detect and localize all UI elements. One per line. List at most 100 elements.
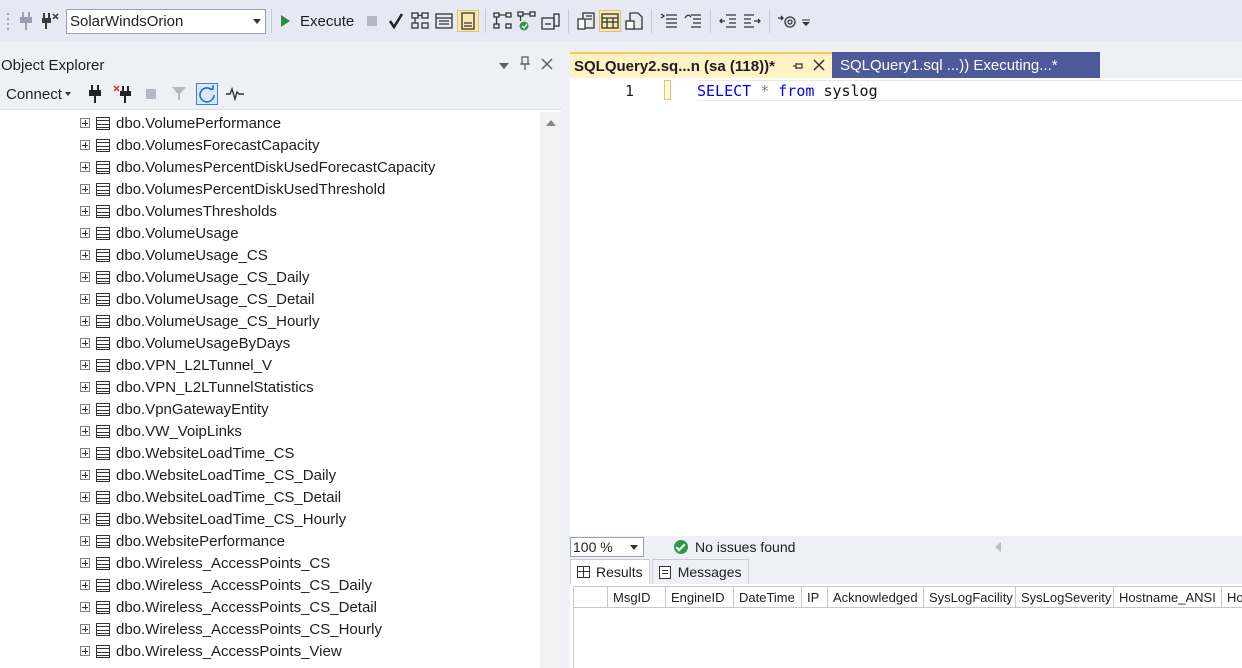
expand-plus-icon[interactable] [80, 162, 90, 172]
results-to-text-icon[interactable] [575, 10, 597, 32]
tree-item-table[interactable]: dbo.Wireless_AccessPoints_CS_Hourly [0, 618, 540, 640]
expand-plus-icon[interactable] [80, 470, 90, 480]
column-header[interactable]: Acknowledged [828, 586, 924, 608]
expand-plus-icon[interactable] [80, 448, 90, 458]
tree-item-table[interactable]: dbo.VolumeUsageByDays [0, 332, 540, 354]
stop-icon[interactable] [140, 83, 162, 105]
stop-icon[interactable] [361, 10, 383, 32]
filter-icon[interactable] [168, 83, 190, 105]
expand-plus-icon[interactable] [80, 184, 90, 194]
window-position-icon[interactable] [499, 57, 509, 74]
expand-plus-icon[interactable] [80, 580, 90, 590]
scroll-left-icon[interactable] [995, 542, 1002, 552]
column-header[interactable]: EngineID [666, 586, 734, 608]
pin-icon[interactable] [792, 59, 804, 76]
intellisense-icon[interactable] [457, 10, 480, 32]
code-line[interactable]: SELECT * from syslog [697, 80, 1242, 101]
tree-item-table[interactable]: dbo.VolumeUsage [0, 222, 540, 244]
expand-plus-icon[interactable] [80, 272, 90, 282]
tree-item-table[interactable]: dbo.VolumesPercentDiskUsedForecastCapaci… [0, 156, 540, 178]
tree-item-table[interactable]: dbo.Wireless_AccessPoints_CS_Detail [0, 596, 540, 618]
refresh-icon[interactable] [195, 83, 218, 105]
results-grid[interactable]: MsgID EngineID DateTime IP Acknowledged SysLo… [570, 584, 1242, 668]
tab-sqlquery2[interactable]: SQLQuery2.sq...n (sa (118))* [570, 52, 832, 78]
row-selector-header[interactable] [573, 586, 608, 608]
query-editor[interactable]: 1 SELECT * from syslog [570, 78, 1242, 536]
uncomment-lines-icon[interactable] [682, 10, 704, 32]
comment-lines-icon[interactable] [658, 10, 680, 32]
decrease-indent-icon[interactable] [717, 10, 739, 32]
expand-plus-icon[interactable] [80, 558, 90, 568]
tree-item-table[interactable]: dbo.VolumeUsage_CS [0, 244, 540, 266]
tree-item-table[interactable]: dbo.VpnGatewayEntity [0, 398, 540, 420]
database-select[interactable]: SolarWindsOrion [66, 8, 266, 34]
column-header[interactable]: SysLogSeverity [1016, 586, 1114, 608]
activity-monitor-icon[interactable] [224, 83, 246, 105]
tree-item-table[interactable]: dbo.WebsiteLoadTime_CS_Daily [0, 464, 540, 486]
toolbar-overflow-icon[interactable] [800, 10, 812, 32]
column-header[interactable]: SysLogFacility [924, 586, 1016, 608]
expand-plus-icon[interactable] [80, 206, 90, 216]
tree-item-table[interactable]: dbo.VolumeUsage_CS_Daily [0, 266, 540, 288]
tree-item-table[interactable]: dbo.VolumeUsage_CS_Hourly [0, 310, 540, 332]
tree-item-table[interactable]: dbo.VolumePerformance [0, 112, 540, 134]
tree-item-table[interactable]: dbo.VolumesThresholds [0, 200, 540, 222]
specify-template-values-icon[interactable] [776, 10, 798, 32]
issues-indicator[interactable]: No issues found [674, 539, 795, 555]
object-explorer-scrollbar[interactable] [540, 112, 561, 668]
client-statistics-icon[interactable] [540, 10, 562, 32]
column-header[interactable]: Ho [1222, 586, 1242, 608]
panel-splitter[interactable] [561, 42, 570, 668]
tree-item-table[interactable]: dbo.VPN_L2LTunnel_V [0, 354, 540, 376]
connect-button[interactable]: Connect [6, 86, 71, 103]
change-connection-icon[interactable] [39, 10, 61, 32]
expand-plus-icon[interactable] [80, 316, 90, 326]
expand-plus-icon[interactable] [80, 140, 90, 150]
expand-plus-icon[interactable] [80, 536, 90, 546]
column-header[interactable]: DateTime [734, 586, 802, 608]
expand-plus-icon[interactable] [80, 250, 90, 260]
expand-plus-icon[interactable] [80, 426, 90, 436]
include-actual-plan-icon[interactable] [492, 10, 514, 32]
scroll-up-icon[interactable] [546, 120, 556, 126]
tree-item-table[interactable]: dbo.Wireless_AccessPoints_CS_Daily [0, 574, 540, 596]
results-to-grid-icon[interactable] [599, 10, 622, 32]
connect-plug-icon[interactable] [84, 83, 106, 105]
expand-plus-icon[interactable] [80, 382, 90, 392]
column-header[interactable]: IP [802, 586, 828, 608]
results-to-file-icon[interactable] [623, 10, 645, 32]
display-plan-icon[interactable] [409, 10, 431, 32]
expand-plus-icon[interactable] [80, 404, 90, 414]
tree-item-table[interactable]: dbo.WebsiteLoadTime_CS_Hourly [0, 508, 540, 530]
expand-plus-icon[interactable] [80, 492, 90, 502]
query-options-icon[interactable] [433, 10, 455, 32]
connect-plug-icon[interactable] [15, 10, 37, 32]
tree-item-table[interactable]: dbo.Wireless_AccessPoints_CS [0, 552, 540, 574]
expand-plus-icon[interactable] [80, 602, 90, 612]
expand-plus-icon[interactable] [80, 514, 90, 524]
close-icon[interactable] [541, 57, 553, 74]
tree-item-table[interactable]: dbo.WebsitePerformance [0, 530, 540, 552]
tab-messages[interactable]: Messages [651, 559, 749, 584]
expand-plus-icon[interactable] [80, 360, 90, 370]
expand-plus-icon[interactable] [80, 624, 90, 634]
column-header[interactable]: Hostname_ANSI [1114, 586, 1222, 608]
disconnect-icon[interactable] [112, 83, 134, 105]
live-query-stats-icon[interactable] [516, 10, 538, 32]
tree-item-table[interactable]: dbo.WebsiteLoadTime_CS_Detail [0, 486, 540, 508]
expand-plus-icon[interactable] [80, 294, 90, 304]
expand-plus-icon[interactable] [80, 228, 90, 238]
column-header[interactable]: MsgID [608, 586, 666, 608]
tab-results[interactable]: Results [570, 559, 650, 584]
tree-item-table[interactable]: dbo.VW_VoipLinks [0, 420, 540, 442]
tree-item-table[interactable]: dbo.VolumesForecastCapacity [0, 134, 540, 156]
pin-icon[interactable] [519, 56, 531, 74]
zoom-select[interactable]: 100 % [570, 537, 644, 557]
tree-item-table[interactable]: dbo.VolumeUsage_CS_Detail [0, 288, 540, 310]
expand-plus-icon[interactable] [80, 118, 90, 128]
tab-sqlquery1[interactable]: SQLQuery1.sql ...)) Executing...* [832, 52, 1100, 78]
execute-button[interactable]: Execute [281, 13, 354, 30]
tree-item-table[interactable]: dbo.VPN_L2LTunnelStatistics [0, 376, 540, 398]
increase-indent-icon[interactable] [741, 10, 763, 32]
close-icon[interactable] [812, 58, 826, 76]
